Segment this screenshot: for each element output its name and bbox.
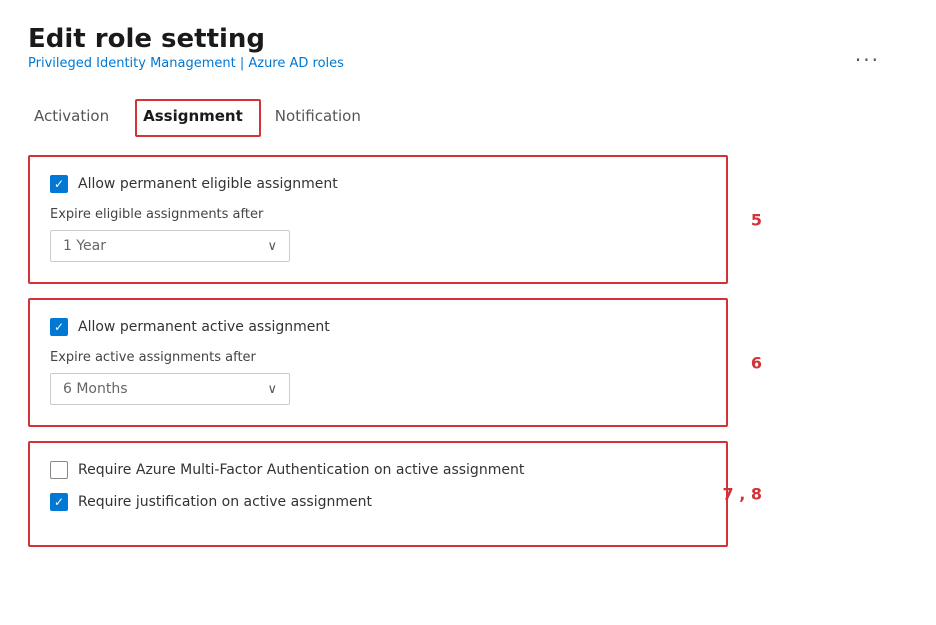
- check-icon: ✓: [54, 178, 64, 190]
- allow-permanent-eligible-label: Allow permanent eligible assignment: [78, 176, 338, 192]
- require-justification-label: Require justification on active assignme…: [78, 494, 372, 510]
- require-justification-row: ✓ Require justification on active assign…: [50, 493, 706, 511]
- allow-permanent-eligible-checkbox[interactable]: ✓: [50, 175, 68, 193]
- section-6-box: ✓ Allow permanent active assignment Expi…: [28, 298, 728, 427]
- require-mfa-label: Require Azure Multi-Factor Authenticatio…: [78, 462, 524, 478]
- check-icon: ✓: [54, 321, 64, 333]
- require-justification-checkbox[interactable]: ✓: [50, 493, 68, 511]
- expire-eligible-label: Expire eligible assignments after: [50, 207, 706, 222]
- page-header: Edit role setting Privileged Identity Ma…: [28, 24, 908, 71]
- section-7-8-box: ✓ Require Azure Multi-Factor Authenticat…: [28, 441, 728, 547]
- expire-eligible-dropdown[interactable]: 1 Year ∨: [50, 230, 290, 262]
- tab-bar: Activation Assignment Notification: [28, 99, 908, 137]
- require-mfa-checkbox[interactable]: ✓: [50, 461, 68, 479]
- chevron-down-icon: ∨: [267, 382, 277, 397]
- section-6-number: 6: [751, 353, 762, 372]
- more-menu-button[interactable]: ···: [855, 48, 880, 72]
- page-title: Edit role setting: [28, 24, 908, 54]
- allow-permanent-active-label: Allow permanent active assignment: [78, 319, 330, 335]
- tab-assignment[interactable]: Assignment: [135, 99, 261, 137]
- check-icon: ✓: [54, 496, 64, 508]
- chevron-down-icon: ∨: [267, 239, 277, 254]
- allow-permanent-active-row: ✓ Allow permanent active assignment: [50, 318, 706, 336]
- expire-active-value: 6 Months: [63, 381, 128, 397]
- require-mfa-row: ✓ Require Azure Multi-Factor Authenticat…: [50, 461, 706, 479]
- tab-notification[interactable]: Notification: [269, 99, 379, 137]
- allow-permanent-eligible-row: ✓ Allow permanent eligible assignment: [50, 175, 706, 193]
- section-5-box: ✓ Allow permanent eligible assignment Ex…: [28, 155, 728, 284]
- section-7-8-number: 7 , 8: [723, 485, 762, 504]
- page-subtitle: Privileged Identity Management | Azure A…: [28, 56, 908, 71]
- expire-active-dropdown[interactable]: 6 Months ∨: [50, 373, 290, 405]
- section-5-number: 5: [751, 210, 762, 229]
- expire-active-label: Expire active assignments after: [50, 350, 706, 365]
- tab-activation[interactable]: Activation: [28, 99, 127, 137]
- expire-eligible-value: 1 Year: [63, 238, 106, 254]
- allow-permanent-active-checkbox[interactable]: ✓: [50, 318, 68, 336]
